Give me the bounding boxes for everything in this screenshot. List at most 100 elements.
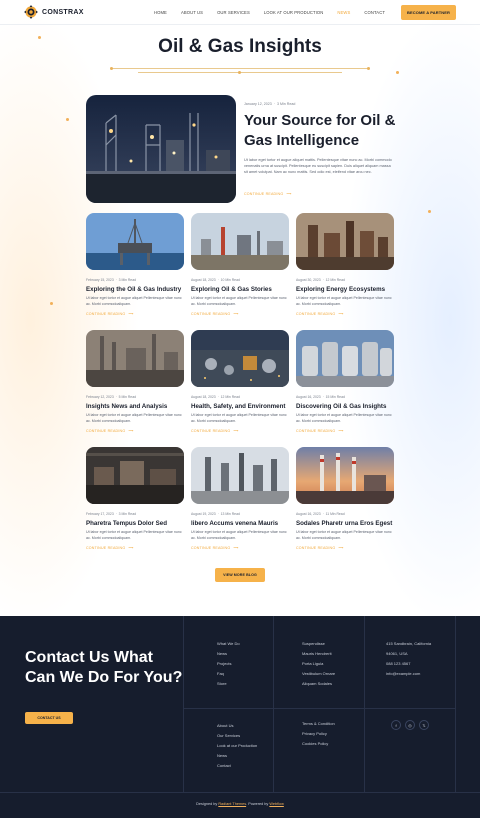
- post-card-image[interactable]: [296, 447, 394, 504]
- footer-link[interactable]: Terms & Condition: [302, 719, 335, 729]
- nav-home[interactable]: HOME: [154, 10, 167, 15]
- post-card-excerpt: Ut labor eget tortor et augue aliquet Pe…: [191, 530, 287, 540]
- arrow-right-icon: ⟶: [233, 546, 239, 551]
- footer-link[interactable]: Projects: [217, 659, 240, 669]
- post-card-read-more-link[interactable]: CONTINUE READING ⟶: [191, 312, 289, 316]
- arrow-right-icon: ⟶: [233, 312, 239, 317]
- post-card[interactable]: February 17, 2023 · 3 Min Read Pharetra …: [86, 447, 184, 550]
- post-card[interactable]: August 30, 2023 · 12 Min Read Exploring …: [296, 213, 394, 316]
- featured-post-meta: January 12, 2023 · 3 Min Read: [244, 102, 296, 106]
- footer-link[interactable]: Cookies Policy: [302, 739, 335, 749]
- post-card-excerpt: Ut labor eget tortor et augue aliquet Pe…: [86, 530, 182, 540]
- post-card[interactable]: August 18, 2023 · 12 Min Read Health, Sa…: [191, 330, 289, 433]
- footer-credit: Designed by Radiant Themes. Powered by W…: [196, 802, 284, 806]
- featured-post-image[interactable]: [86, 95, 236, 203]
- email-address[interactable]: info@example.com: [386, 669, 431, 679]
- decorative-dot: [66, 118, 69, 121]
- featured-post-title[interactable]: Your Source for Oil & Gas Intelligence: [244, 111, 404, 150]
- post-card-image[interactable]: [191, 330, 289, 387]
- nav-contact[interactable]: CONTACT: [364, 10, 385, 15]
- post-card-read-more-link[interactable]: CONTINUE READING ⟶: [86, 429, 184, 433]
- facebook-icon[interactable]: f: [391, 720, 401, 730]
- footer-divider: [183, 616, 184, 792]
- post-card-image[interactable]: [296, 330, 394, 387]
- post-card[interactable]: August 16, 2023 · 15 Min Read Discoverin…: [296, 330, 394, 433]
- post-card[interactable]: February 12, 2023 · 5 Min Read Insights …: [86, 330, 184, 433]
- post-card-image[interactable]: [191, 447, 289, 504]
- post-card-title[interactable]: Sodales Pharetr urna Eros Egest: [296, 520, 394, 527]
- phone-number[interactable]: 088 123 4567: [386, 659, 431, 669]
- post-card-meta: February 12, 2023 · 5 Min Read: [86, 395, 136, 399]
- footer-link[interactable]: Faq: [217, 669, 240, 679]
- post-card-read-more-link[interactable]: CONTINUE READING ⟶: [86, 312, 184, 316]
- post-card[interactable]: February 15, 2023 · 3 Min Read Exploring…: [86, 213, 184, 316]
- arrow-right-icon: ⟶: [233, 429, 239, 434]
- instagram-icon[interactable]: ◎: [405, 720, 415, 730]
- post-card[interactable]: August 19, 2023 · 13 Min Read libero Acc…: [191, 447, 289, 550]
- post-card-read-more-link[interactable]: CONTINUE READING ⟶: [296, 429, 394, 433]
- footer-link[interactable]: What We Do: [217, 639, 240, 649]
- post-card-image[interactable]: [86, 330, 184, 387]
- post-card-title[interactable]: Exploring Energy Ecosystems: [296, 286, 394, 293]
- post-card-image[interactable]: [86, 447, 184, 504]
- post-card[interactable]: August 16, 2023 · 11 Min Read Sodales Ph…: [296, 447, 394, 550]
- footer-divider: [455, 616, 456, 792]
- arrow-right-icon: ⟶: [338, 429, 344, 434]
- post-card-read-more-link[interactable]: CONTINUE READING ⟶: [191, 546, 289, 550]
- footer-divider: [183, 708, 455, 709]
- footer-link[interactable]: Look at our Production: [217, 741, 257, 751]
- contact-us-button[interactable]: CONTACT US: [25, 712, 73, 724]
- footer-link[interactable]: Store: [217, 679, 240, 689]
- post-card-image[interactable]: [86, 213, 184, 270]
- footer-link[interactable]: About Us: [217, 721, 257, 731]
- footer-link[interactable]: Porta Ligula: [302, 659, 335, 669]
- arrow-right-icon: ⟶: [338, 546, 344, 551]
- divider-dot: [367, 67, 370, 70]
- footer-link[interactable]: Our Services: [217, 731, 257, 741]
- post-card-read-more-link[interactable]: CONTINUE READING ⟶: [296, 312, 394, 316]
- post-card-title[interactable]: Pharetra Tempus Dolor Sed: [86, 520, 184, 527]
- post-card[interactable]: August 18, 2023 · 10 Min Read Exploring …: [191, 213, 289, 316]
- arrow-right-icon: ⟶: [338, 312, 344, 317]
- x-icon[interactable]: 𝕏: [419, 720, 429, 730]
- post-card-read-more-link[interactable]: CONTINUE READING ⟶: [86, 546, 184, 550]
- post-card-read-more-link[interactable]: CONTINUE READING ⟶: [296, 546, 394, 550]
- footer-link[interactable]: Vestibulum Ornare: [302, 669, 335, 679]
- footer-link[interactable]: Contact: [217, 761, 257, 771]
- site-footer: Contact Us What Can We Do For You? CONTA…: [0, 616, 480, 818]
- nav-our-services[interactable]: OUR SERVICES: [217, 10, 250, 15]
- post-card-title[interactable]: libero Accums venena Mauris: [191, 520, 289, 527]
- post-card-read-more-link[interactable]: CONTINUE READING ⟶: [191, 429, 289, 433]
- post-card-image[interactable]: [191, 213, 289, 270]
- nav-about-us[interactable]: ABOUT US: [181, 10, 203, 15]
- footer-link[interactable]: Suspendisse: [302, 639, 335, 649]
- footer-link[interactable]: News: [217, 751, 257, 761]
- featured-post-excerpt: Ut labor eget tortor et augue aliquet ma…: [244, 158, 392, 174]
- decorative-dot: [396, 71, 399, 74]
- post-card-image[interactable]: [296, 213, 394, 270]
- post-card-title[interactable]: Insights News and Analysis: [86, 403, 184, 410]
- post-card-meta: February 15, 2023 · 3 Min Read: [86, 278, 136, 282]
- featured-post-read-more-link[interactable]: CONTINUE READING ⟶: [244, 192, 292, 196]
- post-card-title[interactable]: Exploring Oil & Gas Stories: [191, 286, 289, 293]
- footer-links-company: About Us Our Services Look at our Produc…: [217, 721, 257, 771]
- footer-link[interactable]: Aliquam Sodales: [302, 679, 335, 689]
- nav-news[interactable]: NEWS: [337, 10, 350, 15]
- footer-link[interactable]: News: [217, 649, 240, 659]
- post-card-excerpt: Ut labor eget tortor et augue aliquet Pe…: [191, 413, 287, 423]
- credit-platform-link[interactable]: Webflow: [269, 802, 284, 806]
- logo[interactable]: CONSTRAX: [24, 5, 84, 19]
- page: CONSTRAX HOME ABOUT US OUR SERVICES LOOK…: [0, 0, 480, 818]
- footer-link[interactable]: Mauris Hendrerit: [302, 649, 335, 659]
- post-card-title[interactable]: Health, Safety, and Environment: [191, 403, 289, 410]
- footer-link[interactable]: Privacy Policy: [302, 729, 335, 739]
- post-card-title[interactable]: Exploring the Oil & Gas Industry: [86, 286, 184, 293]
- credit-author-link[interactable]: Radiant Themes: [218, 802, 246, 806]
- post-card-title[interactable]: Discovering Oil & Gas Insights: [296, 403, 394, 410]
- view-more-blog-button[interactable]: VIEW MORE BLOG: [215, 568, 265, 582]
- become-partner-button[interactable]: BECOME A PARTNER: [400, 4, 456, 20]
- nav-production[interactable]: LOOK AT OUR PRODUCTION: [264, 10, 324, 15]
- post-card-meta: August 16, 2023 · 11 Min Read: [296, 512, 345, 516]
- decorative-dot: [50, 302, 53, 305]
- post-card-meta: August 30, 2023 · 12 Min Read: [296, 278, 345, 282]
